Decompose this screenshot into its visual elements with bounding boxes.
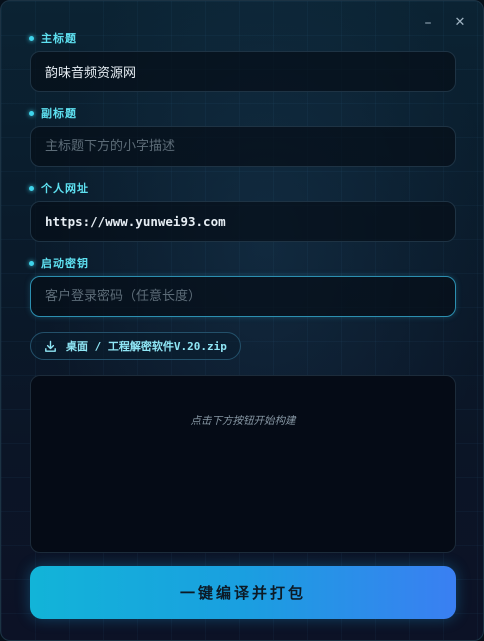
- main-title-label-text: 主标题: [41, 32, 77, 45]
- download-icon: [45, 340, 56, 352]
- bullet-dot-icon: [29, 260, 34, 266]
- build-log-panel[interactable]: 点击下方按钮开始构建: [30, 375, 456, 553]
- subtitle-label-text: 副标题: [41, 107, 77, 120]
- subtitle-input[interactable]: [30, 126, 456, 167]
- output-file-path: 桌面 / 工程解密软件V.20.zip: [66, 340, 227, 353]
- website-label: 个人网址: [29, 180, 89, 196]
- app-window: – ✕ 主标题 副标题 个人网址 启动密钥 桌面 / 工程解密软件V.20.zi…: [0, 0, 484, 641]
- bullet-dot-icon: [29, 110, 34, 116]
- website-input[interactable]: [30, 201, 456, 242]
- build-log-hint: 点击下方按钮开始构建: [190, 415, 296, 427]
- build-and-package-button[interactable]: 一键编译并打包: [30, 566, 456, 619]
- close-icon[interactable]: ✕: [450, 13, 470, 33]
- bullet-dot-icon: [29, 185, 34, 191]
- startup-key-label: 启动密钥: [29, 255, 89, 271]
- output-file-button[interactable]: 桌面 / 工程解密软件V.20.zip: [30, 332, 241, 360]
- startup-key-input[interactable]: [30, 276, 456, 317]
- subtitle-label: 副标题: [29, 105, 77, 121]
- website-label-text: 个人网址: [41, 182, 89, 195]
- startup-key-label-text: 启动密钥: [41, 257, 89, 270]
- bullet-dot-icon: [29, 35, 34, 41]
- main-title-input[interactable]: [30, 51, 456, 92]
- main-title-label: 主标题: [29, 30, 77, 46]
- minimize-icon[interactable]: –: [418, 13, 438, 33]
